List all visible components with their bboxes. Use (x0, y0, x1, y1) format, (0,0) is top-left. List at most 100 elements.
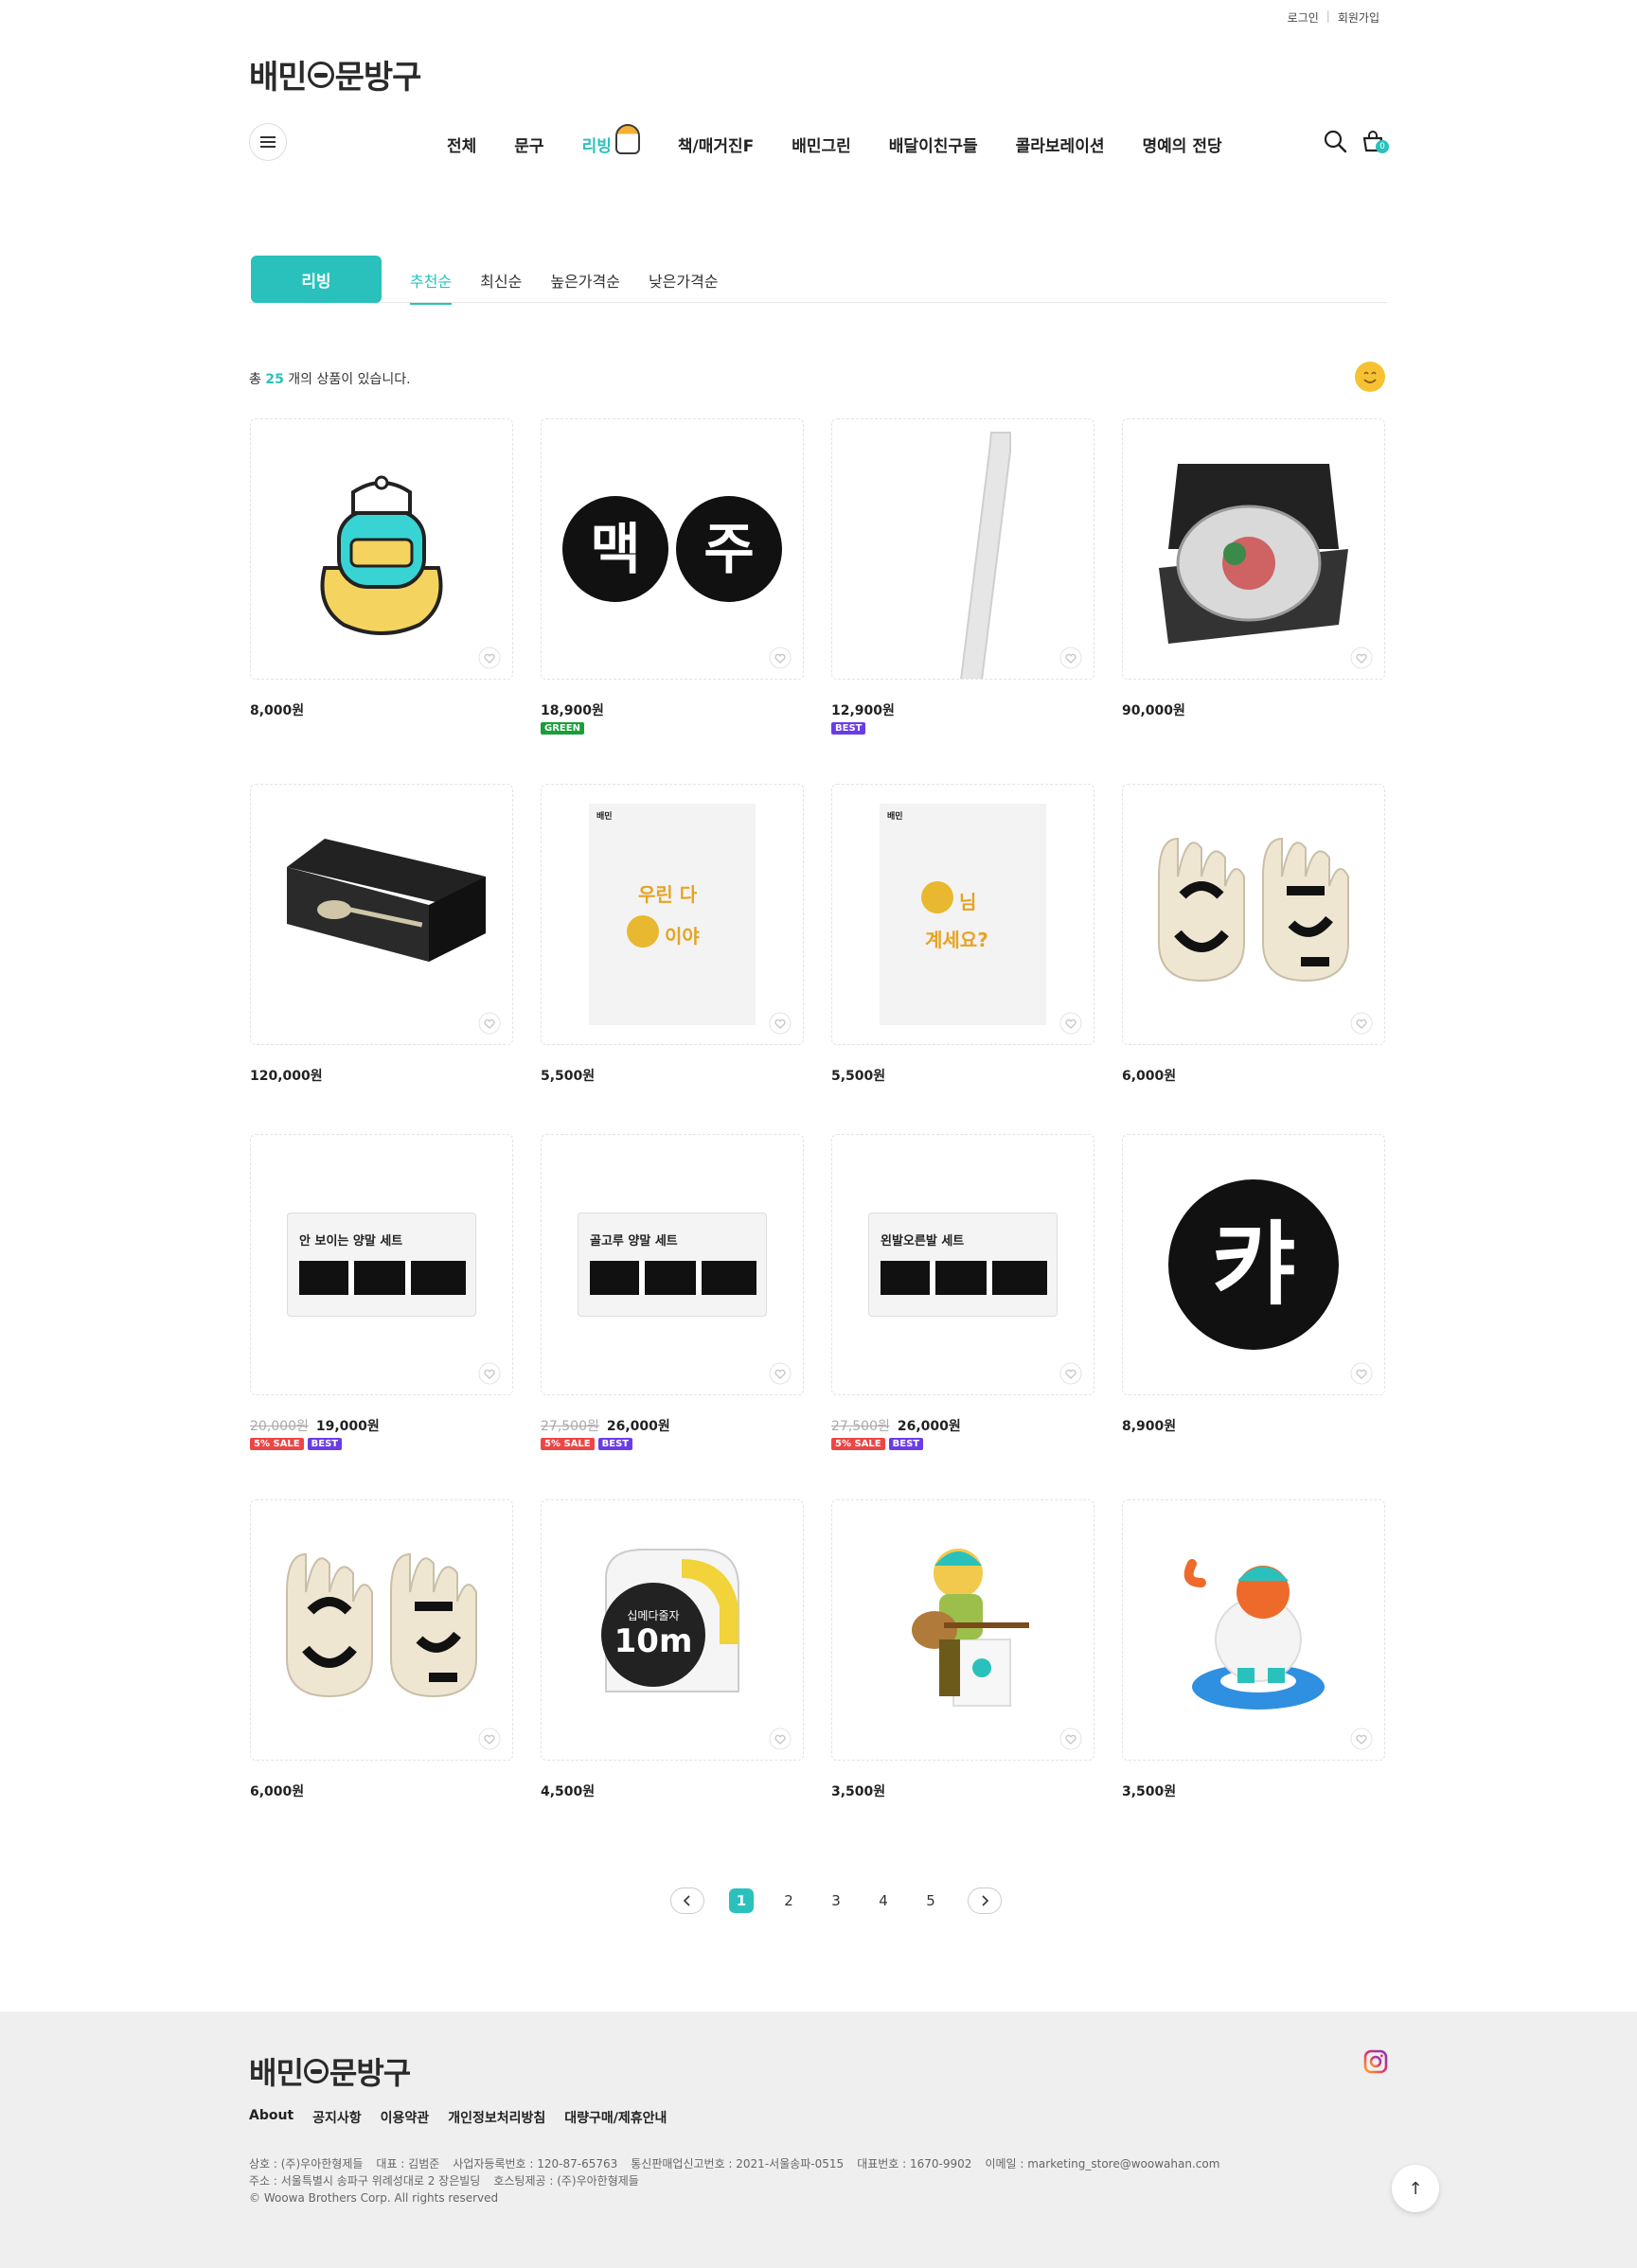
product-card[interactable]: 12,900원 BEST (831, 418, 1094, 735)
footer-link-notice[interactable]: 공지사항 (312, 2108, 362, 2127)
product-card[interactable]: 6,000원 (250, 1499, 513, 1800)
heart-icon[interactable] (478, 1362, 501, 1385)
logo-text-left: 배민 (249, 59, 308, 97)
footer-link-about[interactable]: About (249, 2108, 294, 2127)
mascot-icon (614, 123, 640, 154)
product-image[interactable]: 십메다줄자 10m (541, 1499, 804, 1761)
product-card[interactable]: 맥 주 18,900원 GREEN (541, 418, 804, 735)
footer-link-bulk[interactable]: 대량구매/제휴안내 (564, 2108, 667, 2127)
company-info: 상호 : (주)우아한형제들 대표 : 김범준 사업자등록번호 : 120-87… (249, 2155, 1219, 2206)
guitar-figure-image (912, 1549, 1029, 1707)
signup-link[interactable]: 회원가입 (1338, 9, 1379, 26)
product-badge: 5% SALE (831, 1438, 885, 1450)
product-image[interactable] (250, 784, 513, 1045)
product-image[interactable] (1122, 784, 1385, 1045)
instagram-icon[interactable] (1363, 2049, 1388, 2074)
heart-icon[interactable] (1350, 1728, 1373, 1750)
product-card[interactable]: 캬 8,900원 (1122, 1134, 1385, 1435)
heart-icon[interactable] (478, 1012, 501, 1035)
heart-icon[interactable] (769, 647, 792, 669)
product-image[interactable]: 골고루 양말 세트 (541, 1134, 804, 1395)
product-image[interactable] (1122, 418, 1385, 680)
scroll-top-button[interactable]: ↑ (1392, 2165, 1439, 2212)
heart-icon[interactable] (1059, 1012, 1082, 1035)
page-3[interactable]: 3 (824, 1888, 848, 1913)
product-card[interactable]: 십메다줄자 10m 4,500원 (541, 1499, 804, 1800)
page-1[interactable]: 1 (729, 1888, 754, 1913)
product-image[interactable] (250, 1499, 513, 1761)
product-image[interactable]: 배민 우린 다 이야 (541, 784, 804, 1045)
product-image[interactable]: 안 보이는 양말 세트 (250, 1134, 513, 1395)
heart-icon[interactable] (478, 1728, 501, 1750)
nav-item-all[interactable]: 전체 (447, 133, 476, 156)
product-image[interactable] (250, 418, 513, 680)
product-image[interactable] (831, 418, 1094, 680)
sort-price-low[interactable]: 낮은가격순 (649, 269, 719, 305)
heart-icon[interactable] (1059, 1362, 1082, 1385)
sort-tabs: 추천순 최신순 높은가격순 낮은가격순 (410, 269, 747, 305)
page-4[interactable]: 4 (871, 1888, 896, 1913)
next-page-button[interactable] (968, 1887, 1002, 1914)
nav-item-collab[interactable]: 콜라보레이션 (1016, 133, 1105, 156)
footer-logo-mark-icon (303, 2059, 329, 2083)
login-link[interactable]: 로그인 (1288, 9, 1319, 26)
product-card[interactable]: 배민 우린 다 이야 5,500원 (541, 784, 804, 1085)
heart-icon[interactable] (1350, 647, 1373, 669)
product-card[interactable]: 배민 님 계세요? 5,500원 (831, 784, 1094, 1085)
product-image[interactable] (831, 1499, 1094, 1761)
heart-icon[interactable] (478, 647, 501, 669)
kya-coaster-image: 캬 (1168, 1179, 1339, 1350)
footer-logo[interactable]: 배민 문방구 (249, 2049, 411, 2093)
product-card[interactable]: 3,500원 (1122, 1499, 1385, 1800)
category-pill[interactable]: 리빙 (251, 256, 382, 303)
page-2[interactable]: 2 (776, 1888, 801, 1913)
nav-item-living[interactable]: 리빙 (582, 123, 640, 156)
product-card[interactable]: 8,000원 (250, 418, 513, 719)
heart-icon[interactable] (769, 1362, 792, 1385)
smile-face-icon[interactable] (1355, 362, 1385, 392)
heart-icon[interactable] (1059, 647, 1082, 669)
product-card[interactable]: 3,500원 (831, 1499, 1094, 1800)
page-5[interactable]: 5 (918, 1888, 943, 1913)
footer-link-terms[interactable]: 이용약관 (381, 2108, 430, 2127)
nav-item-stationery[interactable]: 문구 (514, 133, 543, 156)
sort-price-high[interactable]: 높은가격순 (550, 269, 620, 305)
product-card[interactable]: 골고루 양말 세트 27,500원 26,000원 5% SALE BEST (541, 1134, 804, 1450)
prev-page-button[interactable] (670, 1887, 704, 1914)
footer: 배민 문방구 About 공지사항 이용약관 개인정보처리방침 대량구매/제휴안… (0, 2011, 1637, 2268)
product-image[interactable] (1122, 1499, 1385, 1761)
product-image[interactable]: 배민 님 계세요? (831, 784, 1094, 1045)
heart-icon[interactable] (769, 1012, 792, 1035)
white-stick-image (960, 432, 1011, 679)
product-badge: BEST (888, 1438, 924, 1450)
footer-link-privacy[interactable]: 개인정보처리방침 (448, 2108, 545, 2127)
product-card[interactable]: 왼발오른발 세트 27,500원 26,000원 5% SALE BEST (831, 1134, 1094, 1450)
sort-newest[interactable]: 최신순 (480, 269, 522, 305)
search-icon[interactable] (1323, 129, 1347, 153)
product-card[interactable]: 120,000원 (250, 784, 513, 1085)
heart-icon[interactable] (1350, 1362, 1373, 1385)
price-row: 8,000원 (250, 700, 513, 719)
heart-icon[interactable] (1350, 1012, 1373, 1035)
product-image[interactable]: 맥주 (541, 418, 804, 680)
site-logo[interactable]: 배민 문방구 (249, 51, 421, 97)
product-image[interactable]: 캬 (1122, 1134, 1385, 1395)
heart-icon[interactable] (1059, 1728, 1082, 1750)
nav-item-green[interactable]: 배민그린 (792, 133, 851, 156)
product-card[interactable]: 90,000원 (1122, 418, 1385, 719)
svg-text:맥: 맥 (590, 517, 640, 581)
nav-item-friends[interactable]: 배달이친구들 (889, 133, 978, 156)
product-card[interactable]: 6,000원 (1122, 784, 1385, 1085)
nav-item-books[interactable]: 책/매거진F (678, 133, 754, 156)
filter-bar: 리빙 추천순 최신순 높은가격순 낮은가격순 (249, 256, 1387, 305)
product-image[interactable]: 왼발오른발 세트 (831, 1134, 1094, 1395)
product-badge: 5% SALE (250, 1438, 304, 1450)
hamburger-menu-button[interactable] (249, 123, 287, 161)
count-number: 25 (265, 372, 284, 387)
price-row: 8,900원 (1122, 1416, 1385, 1435)
nav-item-hall-of-fame[interactable]: 명예의 전당 (1142, 133, 1221, 156)
original-price: 20,000원 (250, 1419, 309, 1434)
product-card[interactable]: 안 보이는 양말 세트 20,000원 19,000원 5% SALE BEST (250, 1134, 513, 1450)
sort-recommended[interactable]: 추천순 (410, 269, 453, 305)
heart-icon[interactable] (769, 1728, 792, 1750)
